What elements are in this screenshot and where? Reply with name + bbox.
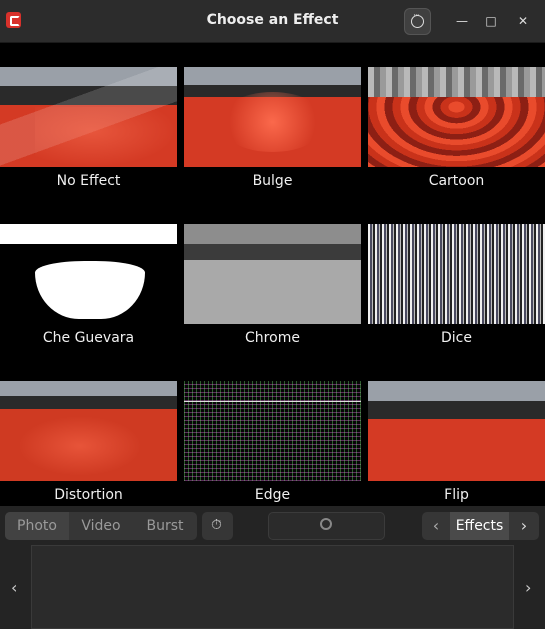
title-bar: Choose an Effect — □ ✕	[0, 0, 545, 43]
effect-thumbnail	[0, 67, 177, 167]
maximize-button[interactable]: □	[481, 11, 501, 31]
effect-thumbnail	[184, 381, 361, 481]
timer-icon: ⏱	[211, 517, 222, 533]
effect-label: Distortion	[54, 487, 123, 503]
effect-thumbnail	[184, 224, 361, 324]
gallery-prev-button[interactable]: ‹	[11, 578, 17, 597]
thumbnail-gallery[interactable]	[31, 545, 514, 629]
effects-grid: No Effect Bulge Cartoon Che Guevara Chro…	[0, 42, 545, 506]
effect-thumbnail	[184, 67, 361, 167]
camera-controls: Photo Video Burst ⏱ ‹ Effects › ‹ ›	[0, 506, 545, 629]
effect-label: Che Guevara	[42, 330, 135, 346]
effect-label: No Effect	[56, 173, 121, 189]
effects-button[interactable]: Effects	[450, 512, 509, 540]
effect-label: Flip	[444, 487, 469, 503]
effect-thumbnail	[0, 381, 177, 481]
effect-label: Bulge	[252, 173, 293, 189]
mode-switcher: Photo Video Burst	[5, 512, 197, 540]
effect-label: Dice	[441, 330, 472, 346]
effect-thumbnail	[368, 381, 545, 481]
previous-panel-button[interactable]: ‹	[422, 512, 450, 540]
gallery-next-button[interactable]: ›	[525, 578, 531, 597]
effect-thumbnail	[0, 224, 177, 324]
mode-burst[interactable]: Burst	[133, 512, 197, 540]
minimize-button[interactable]: —	[452, 11, 472, 31]
mode-video[interactable]: Video	[69, 512, 133, 540]
effect-label: Edge	[254, 487, 291, 503]
more-options-button[interactable]	[404, 8, 431, 35]
mode-photo[interactable]: Photo	[5, 512, 69, 540]
more-icon	[411, 11, 424, 28]
effect-thumbnail	[368, 67, 545, 167]
close-button[interactable]: ✕	[513, 11, 533, 31]
timer-button[interactable]: ⏱	[202, 512, 233, 540]
effect-label: Chrome	[245, 330, 300, 346]
effect-label: Cartoon	[428, 173, 485, 189]
camera-icon	[320, 518, 332, 530]
shutter-button[interactable]	[268, 512, 385, 540]
effect-thumbnail	[368, 224, 545, 324]
next-panel-button[interactable]: ›	[509, 512, 539, 540]
